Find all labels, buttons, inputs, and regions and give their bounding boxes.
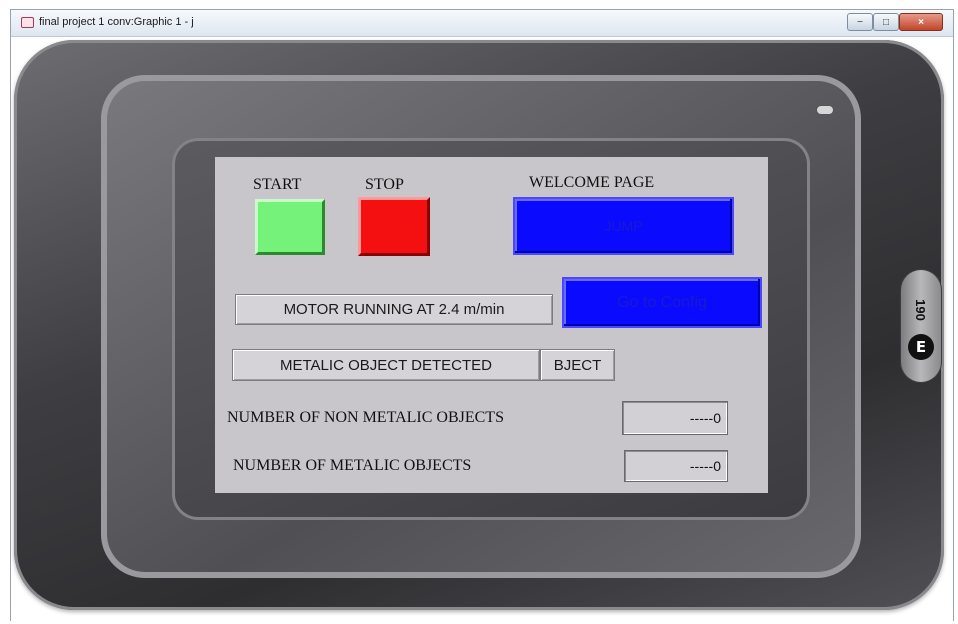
status-led xyxy=(816,105,834,115)
app-icon xyxy=(21,17,34,28)
welcome-page-label: WELCOME PAGE xyxy=(529,174,655,191)
model-label: 190 xyxy=(913,299,929,321)
non-metal-count-display: -----0 xyxy=(622,401,728,435)
motor-status-display: MOTOR RUNNING AT 2.4 m/min xyxy=(235,294,553,325)
maximize-button[interactable]: □ xyxy=(873,13,899,31)
start-label: START xyxy=(253,176,302,193)
metal-detected-display: METALIC OBJECT DETECTED xyxy=(232,349,540,381)
go-to-config-button[interactable]: Go to Config xyxy=(562,277,762,328)
close-button[interactable]: × xyxy=(899,13,943,31)
metal-count-display: -----0 xyxy=(624,450,728,482)
start-button[interactable] xyxy=(255,199,325,255)
stop-button[interactable] xyxy=(358,197,430,256)
window-title: final project 1 conv:Graphic 1 - j xyxy=(39,16,194,28)
object-status-display: BJECT xyxy=(540,349,615,381)
non-metal-count-label: NUMBER OF NON METALIC OBJECTS xyxy=(227,409,504,426)
stop-label: STOP xyxy=(365,176,404,193)
side-tab xyxy=(901,270,941,382)
minimize-button[interactable]: − xyxy=(847,13,873,31)
title-bar: final project 1 conv:Graphic 1 - j − □ × xyxy=(11,10,953,37)
jump-button[interactable]: JUMP xyxy=(513,197,734,255)
metal-count-label: NUMBER OF METALIC OBJECTS xyxy=(233,457,472,474)
brand-logo-icon: E xyxy=(908,334,934,360)
